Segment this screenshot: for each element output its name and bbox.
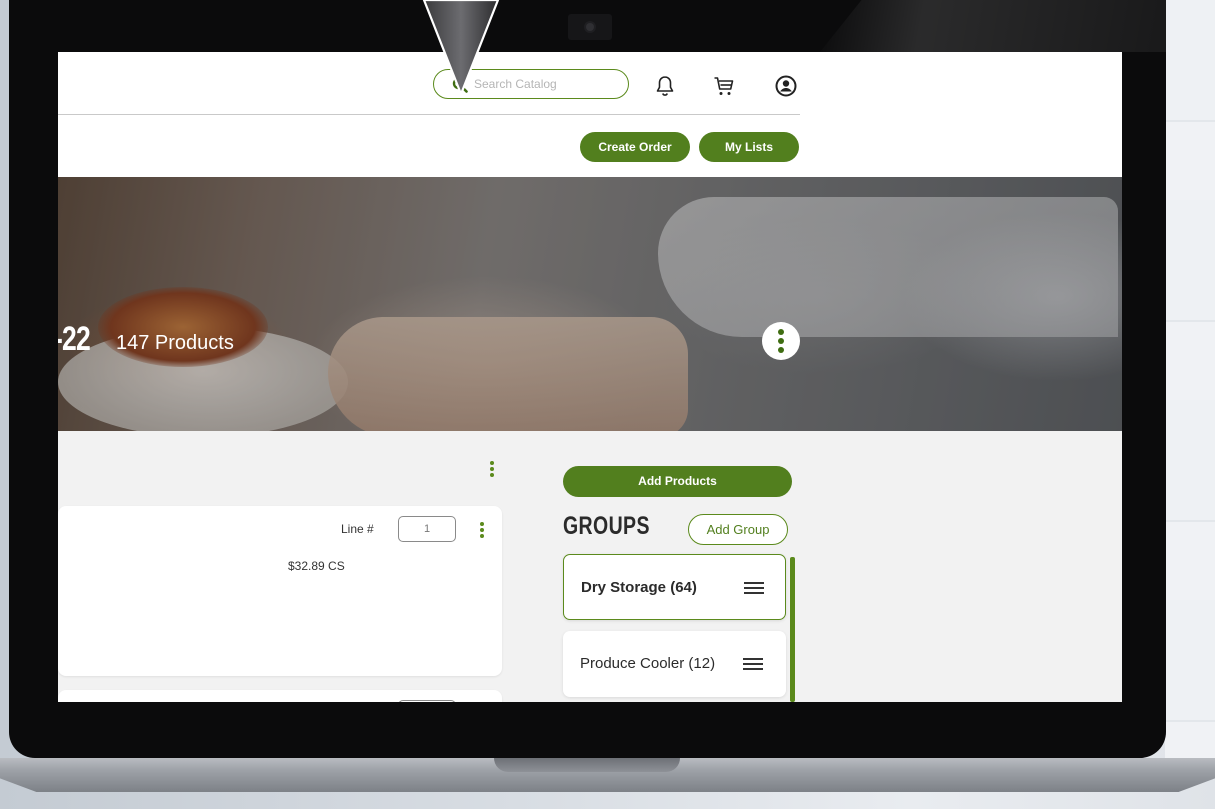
user-icon[interactable] [774, 74, 798, 98]
line-number-label: Line # [341, 522, 374, 536]
group-item-dry-storage[interactable]: Dry Storage (64) [563, 554, 786, 620]
hero-more-menu-button[interactable] [762, 322, 800, 360]
hero-title: -22 147 Products [58, 320, 234, 359]
product-price: $32.89 CS [288, 559, 345, 573]
list-name: -22 [58, 320, 91, 358]
bezel-reflection [820, 0, 1166, 52]
group-label: Produce Cooler (12) [580, 655, 716, 672]
drag-handle-icon[interactable] [743, 657, 763, 671]
list-more-icon[interactable] [489, 461, 495, 479]
line-number-input[interactable]: 1 [398, 516, 456, 542]
group-item-produce-cooler[interactable]: Produce Cooler (12) [563, 631, 786, 697]
groups-scrollbar[interactable] [790, 557, 795, 702]
add-products-button[interactable]: Add Products [563, 466, 792, 497]
product-count: 147 Products [116, 332, 234, 354]
add-group-button[interactable]: Add Group [688, 514, 788, 545]
webcam [568, 14, 612, 40]
header-divider [58, 114, 800, 115]
app-screen: Search Catalog Create Order My Lists 22 … [58, 52, 1122, 702]
cart-icon[interactable] [712, 74, 736, 98]
drag-handle-icon[interactable] [744, 581, 764, 595]
bell-icon[interactable] [653, 74, 677, 98]
product-more-icon[interactable] [479, 522, 485, 540]
create-order-button[interactable]: Create Order [580, 132, 690, 162]
line-number-input[interactable] [398, 700, 456, 702]
hero-banner: -22 147 Products [58, 177, 1122, 431]
background-wall [1165, 0, 1215, 760]
my-lists-button[interactable]: My Lists [699, 132, 799, 162]
annotation-pointer-icon [422, 0, 500, 96]
groups-heading: GROUPS [563, 512, 650, 540]
hero-overlay [58, 177, 1122, 431]
group-label: Dry Storage (64) [581, 579, 697, 596]
product-card: Line # 1 $32.89 CS [58, 506, 502, 676]
laptop-notch [494, 758, 680, 772]
product-card [58, 690, 502, 702]
top-header: Search Catalog Create Order My Lists [58, 52, 1122, 177]
